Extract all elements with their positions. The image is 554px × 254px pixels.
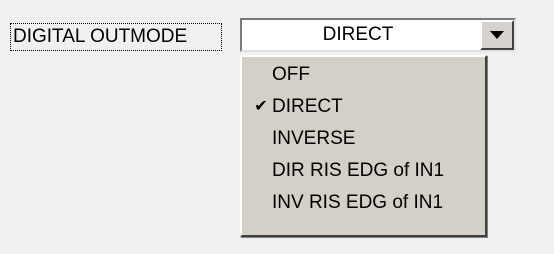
- digital-outmode-combobox[interactable]: DIRECT: [240, 18, 516, 52]
- option-dir-ris-edg-in1[interactable]: DIR RIS EDG of IN1: [242, 155, 485, 187]
- option-label: DIRECT: [272, 96, 343, 117]
- option-direct[interactable]: ✔ DIRECT: [242, 91, 485, 123]
- digital-outmode-dropdown-list: OFF ✔ DIRECT INVERSE DIR RIS EDG of IN1 …: [240, 55, 487, 237]
- checkmark-icon: ✔: [254, 98, 268, 115]
- combobox-selected-value: DIRECT: [322, 24, 394, 45]
- option-label: DIR RIS EDG of IN1: [272, 160, 445, 181]
- dropdown-arrow-button[interactable]: [480, 20, 514, 50]
- digital-outmode-label: DIGITAL OUTMODE: [10, 23, 222, 51]
- option-label: INVERSE: [272, 128, 356, 149]
- option-inverse[interactable]: INVERSE: [242, 123, 485, 155]
- option-off[interactable]: OFF: [242, 59, 485, 91]
- option-inv-ris-edg-in1[interactable]: INV RIS EDG of IN1: [242, 187, 485, 219]
- chevron-down-icon: [490, 31, 504, 39]
- option-label: INV RIS EDG of IN1: [272, 192, 444, 213]
- option-label: OFF: [272, 64, 310, 85]
- settings-panel: DIGITAL OUTMODE DIRECT OFF ✔ DIRECT INVE…: [0, 0, 554, 254]
